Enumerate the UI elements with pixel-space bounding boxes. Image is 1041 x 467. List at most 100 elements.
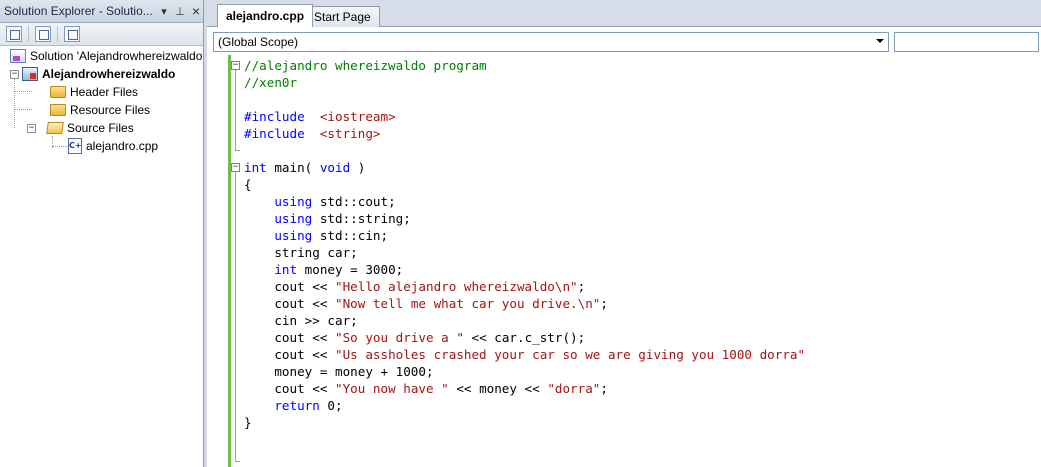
project-icon [22,67,38,81]
code-text: 0; [319,398,343,413]
code-line[interactable]: cin >> car; [244,312,358,329]
properties-icon[interactable] [6,26,22,42]
code-text: main( [266,160,320,175]
code-line[interactable]: using std::string; [244,210,411,227]
code-line[interactable]: cout << "So you drive a " << car.c_str()… [244,329,585,346]
code-keyword: using [274,194,313,209]
tree-connector [14,109,32,110]
code-text: cin >> car; [244,313,358,328]
dropdown-icon[interactable]: ▾ [157,5,171,18]
tree-item-header-files[interactable]: Header Files [50,83,138,101]
code-string: "So you drive a " [335,330,464,345]
solution-icon [10,49,26,63]
outline-end [235,150,240,151]
code-string: "dorra" [547,381,601,396]
tree-item-label: Solution 'Alejandrowhereizwaldo [30,49,203,63]
code-text: cout << [244,381,335,396]
tree-item-label: Header Files [70,85,139,99]
tree-item-solution[interactable]: Solution 'Alejandrowhereizwaldo [10,47,202,65]
open-folder-icon [46,122,64,134]
tree-item-source-files[interactable]: − Source Files [27,119,134,137]
refresh-icon[interactable] [64,26,80,42]
tree-item-label: Resource Files [70,103,151,117]
code-line[interactable]: using std::cout; [244,193,396,210]
chevron-down-icon [876,39,884,43]
code-line[interactable]: } [244,414,252,431]
solution-explorer-toolbar [0,23,203,46]
code-line[interactable]: //alejandro whereizwaldo program [244,57,487,74]
toolbar-separator [28,26,29,42]
tab-label: Start Page [314,10,371,24]
code-line[interactable]: #include <iostream> [244,108,396,125]
code-line[interactable]: { [244,176,252,193]
code-keyword: #include [244,126,305,141]
collapse-icon[interactable]: − [27,123,36,133]
toolbar-separator [57,26,58,42]
solution-tree: Solution 'Alejandrowhereizwaldo − Alejan… [0,46,203,467]
code-keyword: #include [244,109,305,124]
scope-value: (Global Scope) [218,35,299,49]
code-line[interactable]: money = money + 1000; [244,363,433,380]
document-tabs: alejandro.cpp Start Page [207,0,1041,27]
tree-item-file[interactable]: C+ alejandro.cpp [68,137,158,155]
code-text: cout << [244,279,335,294]
code-line[interactable]: int money = 3000; [244,261,403,278]
code-keyword: void [319,160,351,175]
navigation-bar: (Global Scope) [213,32,1041,54]
close-icon[interactable]: × [189,3,203,19]
code-line[interactable]: //xen0r [244,74,297,91]
change-tracking-bar [228,55,231,467]
tab-alejandro-cpp[interactable]: alejandro.cpp [217,4,314,27]
tree-item-resource-files[interactable]: Resource Files [50,101,150,119]
tree-connector [14,91,32,92]
code-line[interactable]: return 0; [244,397,343,414]
scope-dropdown[interactable]: (Global Scope) [213,32,889,52]
code-text: std::string; [312,211,411,226]
tree-item-project[interactable]: − Alejandrowhereizwaldo [10,65,175,83]
code-line[interactable]: cout << "Hello alejandro whereizwaldo\n"… [244,278,585,295]
tab-label: alejandro.cpp [226,9,305,23]
code-keyword: int [244,160,267,175]
collapse-icon[interactable]: − [10,69,19,79]
tree-item-label: Source Files [67,121,134,135]
tree-item-label: Alejandrowhereizwaldo [42,67,176,81]
collapse-region-icon[interactable]: − [231,61,240,70]
code-text: std::cout; [312,194,396,209]
code-string: <string> [319,126,381,141]
folder-icon [50,104,66,116]
tab-start-page[interactable]: Start Page [305,6,380,27]
folder-icon [50,86,66,98]
code-line[interactable]: cout << "Now tell me what car you drive.… [244,295,608,312]
solution-explorer-panel: Solution Explorer - Solutio... ▾ ⊥ × Sol… [0,0,204,467]
cpp-file-icon: C+ [68,138,82,154]
code-text: << car.c_str(); [463,330,586,345]
code-area[interactable]: − − //alejandro whereizwaldo program //xe… [207,55,1041,467]
solution-explorer-titlebar: Solution Explorer - Solutio... ▾ ⊥ × [0,0,203,23]
code-keyword: int [274,262,298,277]
code-line[interactable]: string car; [244,244,358,261]
code-line[interactable]: using std::cin; [244,227,388,244]
code-comment: //alejandro whereizwaldo program [244,58,487,73]
member-dropdown[interactable] [894,32,1039,52]
code-string: <iostream> [319,109,396,124]
code-text: string car; [244,245,358,260]
code-keyword: using [274,211,313,226]
tree-item-label: alejandro.cpp [86,139,159,153]
code-line[interactable]: cout << "Us assholes crashed your car so… [244,346,805,363]
collapse-region-icon[interactable]: − [231,163,240,172]
code-keyword: using [274,228,313,243]
show-all-files-icon[interactable] [35,26,51,42]
outline-end [235,461,240,462]
code-line[interactable]: int main( void ) [244,159,365,176]
code-line[interactable]: cout << "You now have " << money << "dor… [244,380,608,397]
code-line[interactable]: #include <string> [244,125,381,142]
code-text: cout << [244,347,335,362]
code-text: } [244,415,252,430]
pin-icon[interactable]: ⊥ [173,5,187,18]
code-text: ) [350,160,366,175]
